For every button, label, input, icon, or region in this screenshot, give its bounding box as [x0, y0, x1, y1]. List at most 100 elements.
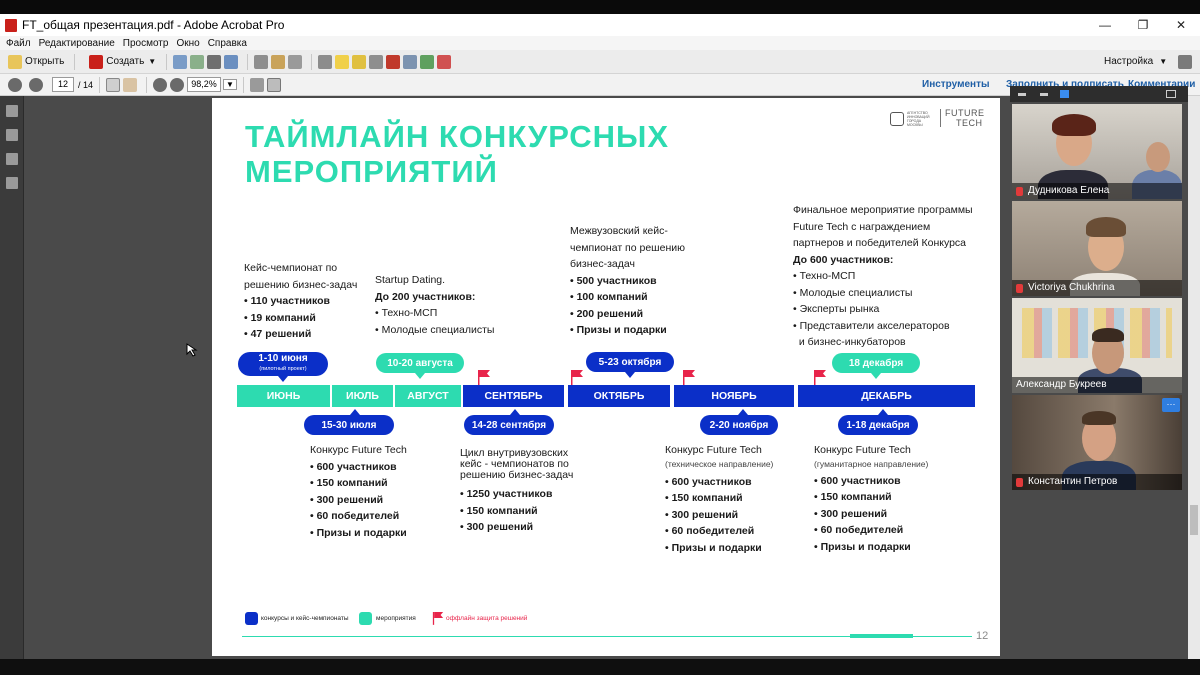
fit-page-icon[interactable]	[249, 77, 264, 92]
legend-contests-label: конкурсы и кейс-чемпионаты	[261, 615, 349, 622]
legend-offline-label: оффлайн защита решений	[446, 615, 528, 622]
edit-icon[interactable]	[254, 54, 269, 69]
highlight-icon[interactable]	[352, 54, 367, 69]
timeline-month-june: ИЮНЬ	[237, 385, 330, 407]
agency-emblem-icon	[890, 112, 904, 126]
toolbar-separator	[242, 76, 244, 93]
export-icon[interactable]	[271, 54, 286, 69]
pill-pointer	[871, 373, 881, 379]
participant-video-2[interactable]: Victoriya Chukhrina	[1012, 201, 1182, 296]
zoom-out-icon[interactable]	[153, 77, 168, 92]
comment-icon[interactable]	[335, 54, 350, 69]
form-icon[interactable]	[437, 54, 452, 69]
offline-flag-icon	[478, 370, 490, 385]
toolbar-separator	[146, 76, 148, 93]
open-button[interactable]: Открыть	[4, 53, 68, 71]
folder-icon	[8, 54, 22, 69]
participant-name-4: Константин Петров	[1012, 474, 1182, 490]
toolbar-separator	[99, 76, 101, 93]
december-dates-pill: 1-18 декабря	[838, 415, 918, 435]
future-tech-logo-line2: TECH	[956, 118, 983, 128]
vertical-scrollbar[interactable]	[1188, 96, 1200, 659]
menu-help[interactable]: Справка	[208, 38, 247, 49]
september-dates-pill: 14-28 сентября	[464, 415, 554, 435]
participant-video-3[interactable]: Александр Букреев	[1012, 298, 1182, 393]
participant-name-2: Victoriya Chukhrina	[1012, 280, 1182, 296]
bottom-bar	[0, 659, 1200, 675]
signatures-icon[interactable]	[6, 177, 18, 189]
participant-video-4[interactable]: ··· Константин Петров	[1012, 395, 1182, 490]
hand-tool-icon[interactable]	[123, 77, 138, 92]
save-icon[interactable]	[173, 54, 188, 69]
participant-face	[1146, 142, 1170, 172]
protect-icon[interactable]	[403, 54, 418, 69]
top-border	[0, 0, 1200, 14]
select-cursor-icon[interactable]	[106, 77, 121, 92]
attachments-icon[interactable]	[6, 153, 18, 165]
stamp-icon[interactable]	[369, 54, 384, 69]
maximize-button[interactable]: ❐	[1124, 14, 1162, 36]
footer-progress-accent	[850, 634, 913, 638]
expand-icon[interactable]	[1178, 54, 1192, 69]
fit-width-icon[interactable]	[266, 77, 281, 92]
combine-icon[interactable]	[288, 54, 303, 69]
upload-icon[interactable]	[190, 54, 205, 69]
create-button[interactable]: Создать ▼	[85, 53, 160, 71]
june-dates-pill: 1-10 июня (пилотный проект)	[238, 352, 328, 376]
settings-button[interactable]: Настройка ▼	[1100, 54, 1171, 69]
menu-view[interactable]: Просмотр	[123, 38, 169, 49]
close-button[interactable]: ✕	[1162, 14, 1200, 36]
mic-muted-icon	[1016, 284, 1023, 293]
expand-panel-icon[interactable]	[1166, 90, 1176, 98]
participant-more-button[interactable]: ···	[1162, 398, 1180, 412]
toolbar-separator	[311, 53, 313, 70]
participant-hair	[1082, 411, 1116, 425]
gear-icon[interactable]	[318, 54, 333, 69]
participant-hair	[1086, 217, 1126, 237]
redact-icon[interactable]	[386, 54, 401, 69]
page-number-input[interactable]: 12	[52, 77, 74, 92]
menu-bar: Файл Редактирование Просмотр Окно Справк…	[0, 36, 1200, 50]
menu-window[interactable]: Окно	[176, 38, 199, 49]
page-thumbnails-icon[interactable]	[6, 105, 18, 117]
case-championship-block: Кейс-чемпионат по решению бизнес-задач •…	[244, 262, 358, 340]
timeline-month-november: НОЯБРЬ	[674, 385, 794, 407]
bookmarks-icon[interactable]	[6, 129, 18, 141]
minimize-button[interactable]: —	[1086, 14, 1124, 36]
interuniversity-championship-block: Межвузовский кейс- чемпионат по решению …	[570, 225, 685, 336]
sign-icon[interactable]	[420, 54, 435, 69]
zoom-in-icon[interactable]	[170, 77, 185, 92]
arrow-up-icon[interactable]	[8, 77, 22, 92]
zoom-level-input[interactable]: 98,2%	[187, 77, 222, 92]
layout-toggle-icon[interactable]	[1060, 90, 1069, 98]
november-dates-pill: 2-20 ноября	[700, 415, 778, 435]
future-tech-logo-line1: FUTURE	[945, 108, 985, 118]
print-icon[interactable]	[207, 54, 222, 69]
collapse-panel-icon[interactable]	[1040, 93, 1048, 96]
toolbar-separator	[166, 53, 168, 70]
mic-muted-icon	[1016, 478, 1023, 487]
mic-muted-icon	[1016, 187, 1023, 196]
email-icon[interactable]	[224, 54, 239, 69]
participant-name-3: Александр Букреев	[1012, 377, 1182, 393]
mouse-cursor-icon	[186, 343, 198, 357]
scrollbar-thumb[interactable]	[1190, 505, 1198, 535]
slide-page-number: 12	[976, 630, 989, 642]
october-dates-pill: 5-23 октября	[586, 352, 674, 372]
page-total: / 14	[78, 79, 94, 90]
legend-contests-swatch	[245, 612, 258, 625]
offline-flag-icon	[571, 370, 583, 385]
participant-video-1[interactable]: Дудникова Елена	[1012, 104, 1182, 199]
tab-tools[interactable]: Инструменты	[922, 74, 990, 96]
timeline-month-october: ОКТЯБРЬ	[568, 385, 670, 407]
main-toolbar: Открыть Создать ▼ Настройка ▼	[0, 50, 1200, 74]
september-cycle-block: Цикл внутривузовских кейс - чемпионатов …	[460, 447, 574, 534]
menu-edit[interactable]: Редактирование	[39, 38, 115, 49]
timeline-month-september: СЕНТЯБРЬ	[463, 385, 564, 407]
zoom-dropdown-chevron-icon[interactable]: ▼	[223, 79, 237, 90]
arrow-down-icon[interactable]	[29, 77, 43, 92]
menu-file[interactable]: Файл	[6, 38, 31, 49]
timeline-month-july: ИЮЛЬ	[332, 385, 393, 407]
august-dates-pill: 10-20 августа	[376, 353, 464, 373]
minimize-panel-icon[interactable]	[1018, 93, 1026, 96]
